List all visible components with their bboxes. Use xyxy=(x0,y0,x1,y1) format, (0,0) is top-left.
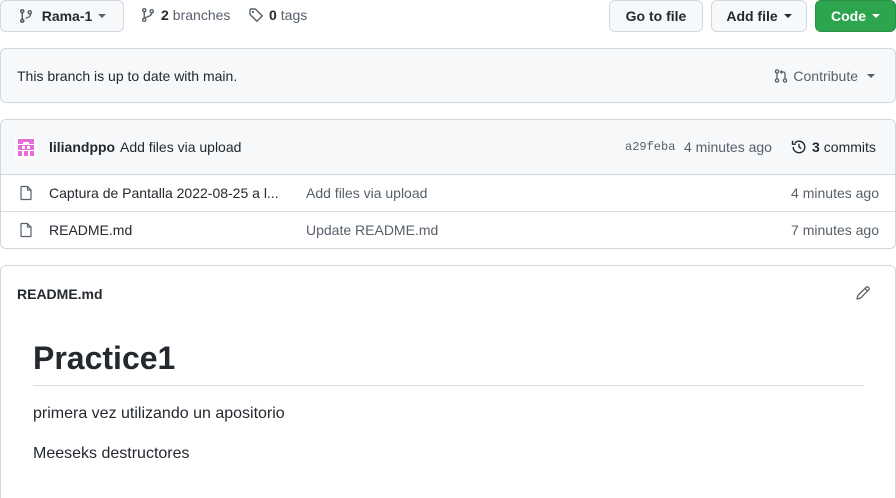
file-name[interactable]: README.md xyxy=(49,222,299,238)
commit-sha[interactable]: a29feba xyxy=(625,140,675,154)
file-list-box: liliandppo Add files via upload a29feba … xyxy=(0,119,896,249)
branches-label: branches xyxy=(172,7,231,23)
tags-label: tags xyxy=(280,7,308,23)
tags-count: 0 xyxy=(269,7,277,23)
file-commit-message[interactable]: Update README.md xyxy=(306,222,438,238)
chevron-down-icon xyxy=(867,74,875,78)
readme-box: README.md Practice1 primera vez utilizan… xyxy=(0,265,896,498)
git-pull-request-icon xyxy=(773,68,789,84)
avatar[interactable] xyxy=(15,137,37,159)
readme-heading: Practice1 xyxy=(33,340,176,376)
chevron-down-icon xyxy=(872,14,880,18)
file-age: 4 minutes ago xyxy=(791,185,879,201)
contribute-label: Contribute xyxy=(793,68,858,84)
file-row[interactable]: README.md Update README.md 7 minutes ago xyxy=(1,211,895,248)
tag-icon xyxy=(248,7,264,23)
history-icon xyxy=(791,139,807,155)
heading-divider xyxy=(33,385,864,386)
readme-paragraph: primera vez utilizando un apositorio xyxy=(33,405,285,422)
file-icon xyxy=(18,222,34,238)
code-button[interactable]: Code xyxy=(815,0,896,32)
git-branch-icon xyxy=(140,7,156,23)
commit-age: 4 minutes ago xyxy=(684,139,772,155)
branch-selector-button[interactable]: Rama-1 xyxy=(0,0,124,32)
go-to-file-button[interactable]: Go to file xyxy=(609,0,703,32)
chevron-down-icon xyxy=(98,14,107,18)
tags-link[interactable]: 0 tags xyxy=(248,7,307,23)
readme-file-title[interactable]: README.md xyxy=(17,286,103,302)
latest-commit-row: liliandppo Add files via upload a29feba … xyxy=(1,120,895,175)
file-name[interactable]: Captura de Pantalla 2022-08-25 a l... xyxy=(49,185,299,201)
commits-count: 3 xyxy=(812,139,820,155)
file-row[interactable]: Captura de Pantalla 2022-08-25 a l... Ad… xyxy=(1,175,895,212)
chevron-down-icon xyxy=(783,14,792,18)
pencil-icon[interactable] xyxy=(855,285,871,301)
commits-link[interactable]: 3 commits xyxy=(791,139,876,155)
branches-link[interactable]: 2 branches xyxy=(140,7,230,23)
add-file-label: Add file xyxy=(726,8,778,24)
commit-message[interactable]: Add files via upload xyxy=(120,139,241,155)
code-label: Code xyxy=(831,8,866,24)
file-age: 7 minutes ago xyxy=(791,222,879,238)
branch-status-box: This branch is up to date with main. Con… xyxy=(0,48,896,103)
branches-count: 2 xyxy=(161,7,169,23)
branch-status-text: This branch is up to date with main. xyxy=(17,68,238,84)
file-icon xyxy=(18,185,34,201)
add-file-button[interactable]: Add file xyxy=(711,0,807,32)
commits-label: commits xyxy=(823,139,876,155)
branch-name: Rama-1 xyxy=(41,8,93,24)
commit-author[interactable]: liliandppo xyxy=(49,139,115,155)
go-to-file-label: Go to file xyxy=(625,8,687,24)
readme-paragraph: Meeseks destructores xyxy=(33,445,190,462)
git-branch-icon xyxy=(18,8,34,24)
contribute-button[interactable]: Contribute xyxy=(773,68,875,84)
file-commit-message[interactable]: Add files via upload xyxy=(306,185,427,201)
